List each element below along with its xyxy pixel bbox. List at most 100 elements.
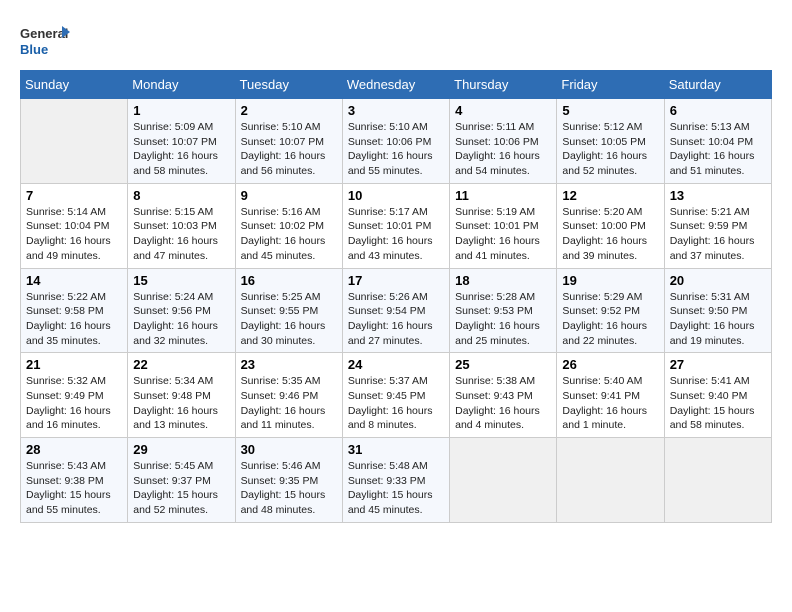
weekday-header-cell: Saturday — [664, 71, 771, 99]
calendar-cell: 1 Sunrise: 5:09 AM Sunset: 10:07 PM Dayli… — [128, 99, 235, 184]
day-number: 4 — [455, 103, 551, 118]
day-info: Sunrise: 5:32 AM Sunset: 9:49 PM Dayligh… — [26, 374, 122, 433]
calendar-week-row: 14 Sunrise: 5:22 AM Sunset: 9:58 PM Dayli… — [21, 268, 772, 353]
day-number: 17 — [348, 273, 444, 288]
day-info: Sunrise: 5:46 AM Sunset: 9:35 PM Dayligh… — [241, 459, 337, 518]
day-info: Sunrise: 5:45 AM Sunset: 9:37 PM Dayligh… — [133, 459, 229, 518]
day-info: Sunrise: 5:38 AM Sunset: 9:43 PM Dayligh… — [455, 374, 551, 433]
day-info: Sunrise: 5:48 AM Sunset: 9:33 PM Dayligh… — [348, 459, 444, 518]
day-info: Sunrise: 5:40 AM Sunset: 9:41 PM Dayligh… — [562, 374, 658, 433]
day-number: 29 — [133, 442, 229, 457]
calendar-cell: 13 Sunrise: 5:21 AM Sunset: 9:59 PM Dayli… — [664, 183, 771, 268]
day-info: Sunrise: 5:11 AM Sunset: 10:06 PM Daylig… — [455, 120, 551, 179]
calendar-cell: 3 Sunrise: 5:10 AM Sunset: 10:06 PM Dayli… — [342, 99, 449, 184]
calendar-cell: 11 Sunrise: 5:19 AM Sunset: 10:01 PM Dayl… — [450, 183, 557, 268]
calendar-cell — [21, 99, 128, 184]
calendar-cell: 25 Sunrise: 5:38 AM Sunset: 9:43 PM Dayli… — [450, 353, 557, 438]
day-info: Sunrise: 5:21 AM Sunset: 9:59 PM Dayligh… — [670, 205, 766, 264]
day-number: 9 — [241, 188, 337, 203]
day-number: 21 — [26, 357, 122, 372]
day-info: Sunrise: 5:37 AM Sunset: 9:45 PM Dayligh… — [348, 374, 444, 433]
calendar-cell: 31 Sunrise: 5:48 AM Sunset: 9:33 PM Dayli… — [342, 438, 449, 523]
day-number: 10 — [348, 188, 444, 203]
calendar-cell: 16Sunrise: 5:25 AM Sunset: 9:55 PM Dayli… — [235, 268, 342, 353]
weekday-header-cell: Sunday — [21, 71, 128, 99]
day-number: 5 — [562, 103, 658, 118]
day-number: 12 — [562, 188, 658, 203]
calendar-cell: 7 Sunrise: 5:14 AM Sunset: 10:04 PM Dayli… — [21, 183, 128, 268]
calendar-cell: 14 Sunrise: 5:22 AM Sunset: 9:58 PM Dayli… — [21, 268, 128, 353]
calendar-cell: 20 Sunrise: 5:31 AM Sunset: 9:50 PM Dayli… — [664, 268, 771, 353]
day-number: 16 — [241, 273, 337, 288]
svg-text:Blue: Blue — [20, 42, 48, 57]
calendar-cell: 2Sunrise: 5:10 AM Sunset: 10:07 PM Dayli… — [235, 99, 342, 184]
calendar-cell: 10 Sunrise: 5:17 AM Sunset: 10:01 PM Dayl… — [342, 183, 449, 268]
day-number: 22 — [133, 357, 229, 372]
day-number: 23 — [241, 357, 337, 372]
calendar-cell: 24 Sunrise: 5:37 AM Sunset: 9:45 PM Dayli… — [342, 353, 449, 438]
calendar-cell: 5 Sunrise: 5:12 AM Sunset: 10:05 PM Dayli… — [557, 99, 664, 184]
calendar-cell: 4 Sunrise: 5:11 AM Sunset: 10:06 PM Dayli… — [450, 99, 557, 184]
calendar-cell: 23 Sunrise: 5:35 AM Sunset: 9:46 PM Dayli… — [235, 353, 342, 438]
calendar-body: 1 Sunrise: 5:09 AM Sunset: 10:07 PM Dayli… — [21, 99, 772, 523]
day-number: 24 — [348, 357, 444, 372]
day-number: 6 — [670, 103, 766, 118]
day-info: Sunrise: 5:24 AM Sunset: 9:56 PM Dayligh… — [133, 290, 229, 349]
day-number: 1 — [133, 103, 229, 118]
weekday-header-cell: Friday — [557, 71, 664, 99]
day-number: 7 — [26, 188, 122, 203]
day-info: Sunrise: 5:43 AM Sunset: 9:38 PM Dayligh… — [26, 459, 122, 518]
day-info: Sunrise: 5:31 AM Sunset: 9:50 PM Dayligh… — [670, 290, 766, 349]
day-number: 13 — [670, 188, 766, 203]
calendar-cell: 19Sunrise: 5:29 AM Sunset: 9:52 PM Dayli… — [557, 268, 664, 353]
day-info: Sunrise: 5:10 AM Sunset: 10:07 PM Daylig… — [241, 120, 337, 179]
calendar-week-row: 7 Sunrise: 5:14 AM Sunset: 10:04 PM Dayli… — [21, 183, 772, 268]
weekday-header-cell: Tuesday — [235, 71, 342, 99]
day-number: 11 — [455, 188, 551, 203]
logo-svg: General Blue — [20, 20, 70, 60]
day-number: 31 — [348, 442, 444, 457]
calendar-cell: 9Sunrise: 5:16 AM Sunset: 10:02 PM Dayli… — [235, 183, 342, 268]
calendar-week-row: 21 Sunrise: 5:32 AM Sunset: 9:49 PM Dayli… — [21, 353, 772, 438]
day-info: Sunrise: 5:09 AM Sunset: 10:07 PM Daylig… — [133, 120, 229, 179]
day-number: 20 — [670, 273, 766, 288]
day-info: Sunrise: 5:14 AM Sunset: 10:04 PM Daylig… — [26, 205, 122, 264]
day-info: Sunrise: 5:20 AM Sunset: 10:00 PM Daylig… — [562, 205, 658, 264]
calendar-cell: 26 Sunrise: 5:40 AM Sunset: 9:41 PM Dayli… — [557, 353, 664, 438]
calendar-cell: 17 Sunrise: 5:26 AM Sunset: 9:54 PM Dayli… — [342, 268, 449, 353]
calendar-cell — [450, 438, 557, 523]
day-info: Sunrise: 5:15 AM Sunset: 10:03 PM Daylig… — [133, 205, 229, 264]
day-number: 3 — [348, 103, 444, 118]
calendar-week-row: 28 Sunrise: 5:43 AM Sunset: 9:38 PM Dayli… — [21, 438, 772, 523]
calendar-cell: 18Sunrise: 5:28 AM Sunset: 9:53 PM Dayli… — [450, 268, 557, 353]
calendar-table: SundayMondayTuesdayWednesdayThursdayFrid… — [20, 70, 772, 523]
day-info: Sunrise: 5:35 AM Sunset: 9:46 PM Dayligh… — [241, 374, 337, 433]
calendar-cell: 27Sunrise: 5:41 AM Sunset: 9:40 PM Dayli… — [664, 353, 771, 438]
day-info: Sunrise: 5:29 AM Sunset: 9:52 PM Dayligh… — [562, 290, 658, 349]
calendar-cell: 28 Sunrise: 5:43 AM Sunset: 9:38 PM Dayli… — [21, 438, 128, 523]
day-number: 28 — [26, 442, 122, 457]
calendar-cell: 8Sunrise: 5:15 AM Sunset: 10:03 PM Dayli… — [128, 183, 235, 268]
day-number: 30 — [241, 442, 337, 457]
day-info: Sunrise: 5:13 AM Sunset: 10:04 PM Daylig… — [670, 120, 766, 179]
calendar-cell — [557, 438, 664, 523]
day-info: Sunrise: 5:28 AM Sunset: 9:53 PM Dayligh… — [455, 290, 551, 349]
calendar-cell: 12 Sunrise: 5:20 AM Sunset: 10:00 PM Dayl… — [557, 183, 664, 268]
calendar-cell: 6 Sunrise: 5:13 AM Sunset: 10:04 PM Dayli… — [664, 99, 771, 184]
day-info: Sunrise: 5:26 AM Sunset: 9:54 PM Dayligh… — [348, 290, 444, 349]
calendar-cell: 21 Sunrise: 5:32 AM Sunset: 9:49 PM Dayli… — [21, 353, 128, 438]
day-number: 26 — [562, 357, 658, 372]
day-number: 15 — [133, 273, 229, 288]
day-number: 25 — [455, 357, 551, 372]
day-info: Sunrise: 5:19 AM Sunset: 10:01 PM Daylig… — [455, 205, 551, 264]
logo: General Blue — [20, 20, 70, 60]
day-info: Sunrise: 5:17 AM Sunset: 10:01 PM Daylig… — [348, 205, 444, 264]
calendar-week-row: 1 Sunrise: 5:09 AM Sunset: 10:07 PM Dayli… — [21, 99, 772, 184]
day-info: Sunrise: 5:22 AM Sunset: 9:58 PM Dayligh… — [26, 290, 122, 349]
day-info: Sunrise: 5:12 AM Sunset: 10:05 PM Daylig… — [562, 120, 658, 179]
day-number: 14 — [26, 273, 122, 288]
day-number: 27 — [670, 357, 766, 372]
weekday-header-cell: Monday — [128, 71, 235, 99]
day-info: Sunrise: 5:10 AM Sunset: 10:06 PM Daylig… — [348, 120, 444, 179]
day-info: Sunrise: 5:34 AM Sunset: 9:48 PM Dayligh… — [133, 374, 229, 433]
